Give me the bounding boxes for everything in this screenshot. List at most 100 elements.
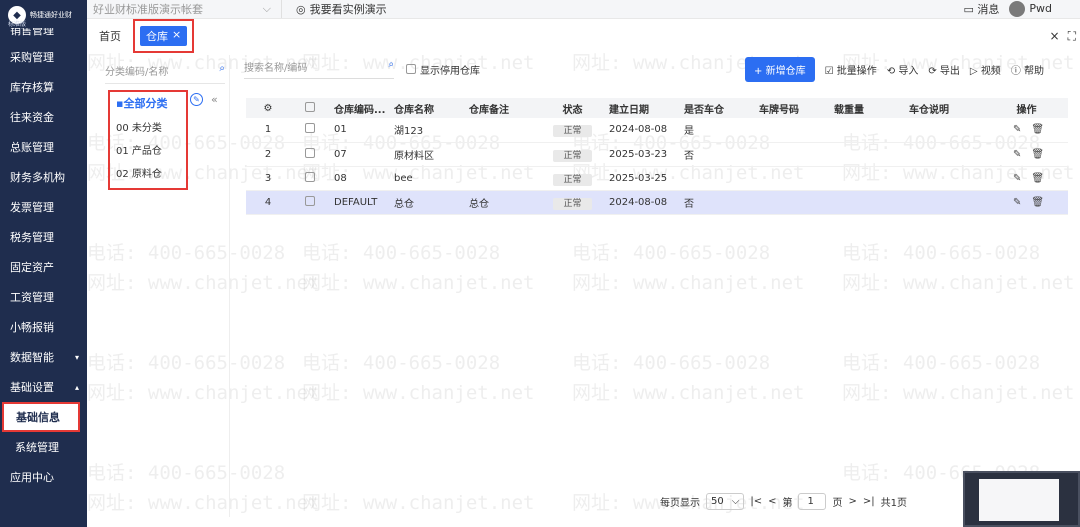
tab-label: 仓库 <box>146 29 168 43</box>
settings-column-icon[interactable]: ⚙ <box>246 98 290 118</box>
cell-desc <box>905 166 985 191</box>
edit-icon[interactable]: ✎ <box>1013 124 1021 135</box>
sidebar-item-payroll[interactable]: 工资管理 <box>0 282 87 312</box>
prev-page-icon[interactable]: < <box>768 496 776 507</box>
category-search-input[interactable]: 分类编码/名称 <box>105 63 168 78</box>
first-page-icon[interactable]: |< <box>750 496 762 507</box>
user-menu[interactable]: Pwd <box>1009 1 1052 17</box>
messages-button[interactable]: ▭ 消息 <box>963 1 999 17</box>
sidebar-item-label: 基础设置 <box>10 381 54 394</box>
sidebar-item-label: 往来资金 <box>10 111 54 124</box>
edit-icon[interactable]: ✎ <box>1013 149 1021 160</box>
show-disabled-toggle[interactable]: 显示停用仓库 <box>406 62 480 77</box>
sidebar-item-data-intel[interactable]: 数据智能 ▾ <box>0 342 87 372</box>
table-row[interactable]: 3 08 bee 正常 2025-03-25 ✎ 🗑 <box>246 166 1068 191</box>
select-all-checkbox[interactable] <box>290 98 330 118</box>
row-checkbox[interactable] <box>290 166 330 191</box>
checkbox[interactable] <box>305 171 315 182</box>
warehouse-table: ⚙ 仓库编码... 仓库名称 仓库备注 状态 建立日期 是否车仓 车牌号码 载重… <box>246 98 1068 215</box>
cell-date: 2024-08-08 <box>605 118 680 143</box>
category-search[interactable]: 分类编码/名称 ⌕ <box>105 63 225 84</box>
cell-name: 湖123 <box>390 118 465 143</box>
table-row[interactable]: 4 DEFAULT 总仓 总仓 正常 2024-08-08 否 ✎ 🗑 <box>246 190 1068 215</box>
row-checkbox[interactable] <box>290 142 330 167</box>
checkbox[interactable] <box>305 195 315 206</box>
close-icon[interactable]: × <box>1050 29 1060 44</box>
page-input[interactable]: 1 <box>798 493 827 510</box>
delete-icon[interactable]: 🗑 <box>1031 173 1044 184</box>
sidebar-item-invoice[interactable]: 发票管理 <box>0 192 87 222</box>
help-button[interactable]: ⓘ 帮助 <box>1011 62 1044 77</box>
row-checkbox[interactable] <box>290 190 330 215</box>
window-thumbnail[interactable] <box>963 471 1080 527</box>
sidebar-item-multi-org[interactable]: 财务多机构 <box>0 162 87 192</box>
checkbox[interactable] <box>406 64 416 74</box>
edit-icon[interactable]: ✎ <box>1013 197 1021 208</box>
table-row[interactable]: 1 01 湖123 正常 2024-08-08 是 ✎ 🗑 <box>246 118 1068 143</box>
table-row[interactable]: 2 07 原材料区 正常 2025-03-23 否 ✎ 🗑 <box>246 142 1068 167</box>
message-icon: ▭ <box>963 3 974 16</box>
last-page-icon[interactable]: >| <box>863 496 875 507</box>
sidebar-item-basic-settings[interactable]: 基础设置 ▴ <box>0 372 87 402</box>
sidebar-item-funds[interactable]: 往来资金 <box>0 102 87 132</box>
sidebar-item-expense[interactable]: 小畅报销 <box>0 312 87 342</box>
checkbox[interactable] <box>305 101 315 112</box>
category-item[interactable]: 02 原料仓 <box>116 165 180 188</box>
column-header: 状态 <box>540 98 605 118</box>
checkbox[interactable] <box>305 123 315 134</box>
show-disabled-label: 显示停用仓库 <box>420 65 480 77</box>
per-page-select[interactable]: 50 ⌵ <box>706 493 745 510</box>
cell-ops: ✎ 🗑 <box>985 166 1068 191</box>
demo-link[interactable]: ◎ 我要看实例演示 <box>296 1 387 17</box>
sidebar-item-basic-info[interactable]: 基础信息 <box>2 402 80 432</box>
batch-button[interactable]: ☑ 批量操作 <box>825 62 877 77</box>
category-item[interactable]: 01 产品仓 <box>116 142 180 165</box>
tab-warehouse[interactable]: 仓库 × <box>140 25 188 46</box>
video-button[interactable]: ▷ 视频 <box>970 62 1001 77</box>
warehouse-search[interactable]: 搜索名称/编码 ⌕ <box>244 59 394 79</box>
search-input[interactable]: 搜索名称/编码 <box>244 59 307 74</box>
sidebar-item-app-center[interactable]: 应用中心 <box>0 462 87 492</box>
sidebar-item-ledger[interactable]: 总账管理 <box>0 132 87 162</box>
delete-icon[interactable]: 🗑 <box>1031 124 1044 135</box>
search-icon[interactable]: ⌕ <box>219 63 225 78</box>
cell-is-car: 否 <box>680 142 755 167</box>
edit-icon: ☑ <box>824 65 834 77</box>
cell-is-car: 否 <box>680 190 755 215</box>
account-selector[interactable]: 好业财标准版演示帐套 ⌵ <box>87 0 282 18</box>
sidebar-item-label: 工资管理 <box>10 291 54 304</box>
add-warehouse-button[interactable]: + 新增仓库 <box>745 56 815 82</box>
category-item[interactable]: 00 未分类 <box>116 119 180 142</box>
column-header[interactable]: 仓库编码... <box>330 98 390 118</box>
sidebar-item-purchase[interactable]: 采购管理 <box>0 42 87 72</box>
sidebar-item-label: 小畅报销 <box>10 321 54 334</box>
checkbox[interactable] <box>305 147 315 158</box>
tab-home[interactable]: 首页 <box>99 28 121 44</box>
row-checkbox[interactable] <box>290 118 330 143</box>
next-page-icon[interactable]: > <box>848 496 856 507</box>
chevron-down-icon: ⌵ <box>731 496 740 507</box>
delete-icon[interactable]: 🗑 <box>1031 197 1044 208</box>
cell-plate <box>755 142 830 167</box>
sidebar-item-assets[interactable]: 固定资产 <box>0 252 87 282</box>
sidebar-item-sales[interactable]: 销售管理 <box>0 28 87 42</box>
collapse-panel-icon[interactable]: « <box>211 93 218 106</box>
row-number: 2 <box>246 142 290 167</box>
cell-is-car: 是 <box>680 118 755 143</box>
delete-icon[interactable]: 🗑 <box>1031 149 1044 160</box>
search-icon[interactable]: ⌕ <box>388 59 394 74</box>
column-header: 仓库名称 <box>390 98 465 118</box>
import-button[interactable]: ⟲ 导入 <box>887 62 919 77</box>
sidebar-item-inventory[interactable]: 库存核算 <box>0 72 87 102</box>
column-header: 仓库备注 <box>465 98 540 118</box>
edit-icon[interactable]: ✎ <box>1013 173 1021 184</box>
row-number: 4 <box>246 190 290 215</box>
export-button[interactable]: ⟳ 导出 <box>928 62 960 77</box>
edit-category-icon[interactable]: ✎ <box>190 93 203 106</box>
sidebar-item-system[interactable]: 系统管理 <box>0 432 87 462</box>
close-icon[interactable]: × <box>172 28 181 44</box>
expand-icon[interactable]: ⛶ <box>1068 29 1076 44</box>
cell-ops: ✎ 🗑 <box>985 142 1068 167</box>
category-root[interactable]: ▪全部分类 <box>116 95 180 111</box>
sidebar-item-tax[interactable]: 税务管理 <box>0 222 87 252</box>
